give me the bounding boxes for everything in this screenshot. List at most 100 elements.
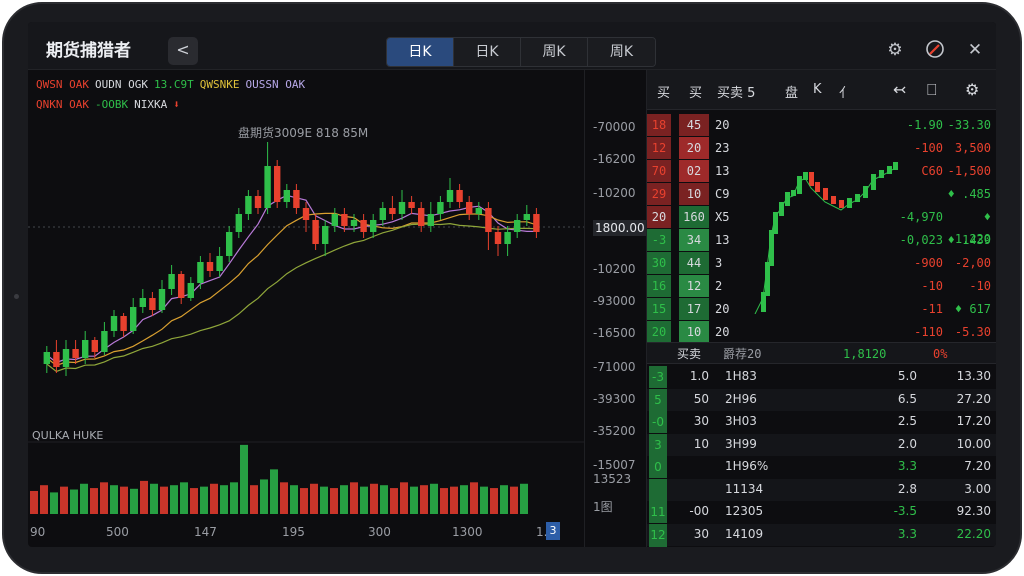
trade-row[interactable]: 12 30 14109 3.3 22.20 bbox=[647, 523, 996, 546]
time-tick-label: 90 bbox=[30, 525, 46, 539]
trade-q: 27.20 bbox=[956, 391, 991, 406]
candle-body bbox=[264, 166, 271, 208]
book-cell: 13 bbox=[715, 164, 730, 178]
volume-bar bbox=[520, 483, 528, 514]
trade-q: 13.30 bbox=[956, 369, 991, 383]
candle-body bbox=[370, 220, 377, 232]
volume-bar bbox=[60, 486, 68, 514]
book-cell: ♦ .485 bbox=[947, 187, 991, 201]
volume-bar bbox=[150, 483, 158, 514]
gear-icon[interactable]: ⚙ bbox=[884, 39, 906, 61]
book-header-label[interactable]: 盘 bbox=[785, 82, 798, 101]
book-cell: ♦ 1.220 bbox=[954, 210, 991, 246]
trade-t: 3H03 bbox=[725, 414, 757, 428]
clipboard-icon[interactable]: ⎕ bbox=[927, 80, 937, 100]
price-tick-label: -10200 bbox=[593, 186, 636, 200]
trade-q: 17.20 bbox=[956, 414, 991, 428]
trade-row[interactable]: -3 1.0 1H83 5.0 13.30 bbox=[647, 366, 996, 388]
trade-row[interactable]: 5 50 2H96 6.5 27.20 bbox=[647, 388, 996, 411]
back-arrow-icon[interactable]: ↢ bbox=[893, 80, 906, 99]
book-cell: ♦ 1439 bbox=[947, 233, 991, 247]
book-cell: 10 bbox=[679, 321, 709, 343]
mini-candle bbox=[785, 192, 790, 206]
candle-body bbox=[331, 214, 338, 226]
book-header-label[interactable]: 买 bbox=[657, 82, 670, 101]
tab-2[interactable]: 周K bbox=[521, 38, 588, 66]
tab-1[interactable]: 日K bbox=[454, 38, 521, 66]
candle-body bbox=[197, 262, 204, 283]
price-tick-label: -70000 bbox=[593, 120, 636, 134]
volume-label: QULKA HUKE bbox=[32, 429, 104, 442]
book-cell: 15 bbox=[647, 298, 671, 320]
trade-n: 15 bbox=[649, 546, 667, 547]
volume-bar bbox=[370, 483, 378, 514]
compass-icon[interactable] bbox=[924, 39, 946, 61]
summary-d: 0% bbox=[933, 347, 948, 361]
book-cell: 34 bbox=[679, 229, 709, 251]
candle-body bbox=[427, 214, 434, 226]
book-cell: -2,00 bbox=[954, 256, 991, 270]
book-cell: 20 bbox=[715, 302, 730, 316]
candle-body bbox=[322, 226, 329, 244]
book-header-label[interactable]: 买卖 5 bbox=[717, 82, 755, 101]
book-header-label[interactable]: K bbox=[813, 82, 822, 97]
trade-q: 22.20 bbox=[956, 526, 991, 541]
volume-bar bbox=[430, 483, 438, 514]
trade-q: 7.20 bbox=[964, 459, 991, 473]
candle-body bbox=[475, 208, 482, 214]
trade-q: 10.00 bbox=[956, 436, 991, 451]
trade-p: 2.8 bbox=[897, 481, 917, 496]
candle-body bbox=[254, 196, 262, 208]
x-nav-button[interactable]: 3 bbox=[546, 522, 560, 540]
volume-bar bbox=[500, 485, 508, 514]
book-header-label[interactable]: 亻 bbox=[839, 82, 852, 101]
volume-bar bbox=[490, 488, 498, 514]
book-cell: -10 bbox=[969, 279, 991, 293]
trade-p: 2.0 bbox=[897, 436, 917, 451]
moving-average-line bbox=[46, 222, 537, 373]
mini-candle bbox=[809, 172, 814, 186]
trade-n bbox=[649, 478, 667, 501]
volume-bar bbox=[140, 480, 148, 514]
candle-body bbox=[139, 298, 146, 307]
mini-candle bbox=[815, 182, 820, 192]
trade-p: 2.5 bbox=[897, 414, 917, 428]
trade-row[interactable]: -0 30 3H03 2.5 17.20 bbox=[647, 411, 996, 433]
kline-chart[interactable]: QWSN OAK OUDN OGK 13.C9T QWSNKE OUSSN OAK QN… bbox=[28, 70, 647, 547]
book-header-label[interactable]: 买 bbox=[689, 82, 702, 101]
close-icon[interactable]: ✕ bbox=[964, 39, 986, 61]
trade-row[interactable]: 11134 2.8 3.00 bbox=[647, 478, 996, 501]
time-tick-label: 1300 bbox=[452, 525, 483, 539]
trade-row[interactable]: 15X0141097.319.30 bbox=[647, 546, 996, 547]
volume-bar bbox=[400, 482, 408, 514]
candle-body bbox=[504, 232, 511, 244]
candle-body bbox=[91, 340, 98, 352]
trade-row[interactable]: 11 -00 12305 -3.5 92.30 bbox=[647, 501, 996, 523]
candle-body bbox=[437, 202, 444, 214]
volume-bar bbox=[130, 488, 138, 514]
candle-body bbox=[43, 352, 50, 364]
mini-candle bbox=[823, 188, 828, 200]
book-cell: 70 bbox=[647, 160, 671, 182]
book-summary-bar: 买卖 爵荐20 1,8120 0% bbox=[647, 342, 996, 364]
back-button[interactable]: < bbox=[168, 37, 198, 65]
candle-body bbox=[485, 208, 492, 232]
volume-bar bbox=[310, 483, 318, 514]
trade-p: 3.3 bbox=[897, 526, 917, 541]
trade-t: 3H99 bbox=[725, 436, 757, 451]
trade-row[interactable]: 3 10 3H99 2.0 10.00 bbox=[647, 433, 996, 456]
price-tick-label: -39300 bbox=[593, 392, 636, 406]
time-tick-label: 300 bbox=[368, 525, 391, 539]
book-cell: X5 bbox=[715, 210, 730, 224]
mini-candle bbox=[839, 200, 844, 208]
tab-3[interactable]: 周K bbox=[588, 38, 655, 66]
candle-body bbox=[110, 316, 118, 331]
trade-n: 0 bbox=[649, 456, 667, 478]
volume-bar bbox=[380, 485, 388, 514]
gear-icon[interactable]: ⚙ bbox=[965, 80, 979, 99]
order-book-panel: 买买买卖 5 盘 K 亻 ↢ ⎕ ⚙ 18 45 20 -1.90 -33.30 12 20 23 -100… bbox=[646, 70, 996, 547]
trade-row[interactable]: 0 1H96% 3.3 7.20 bbox=[647, 456, 996, 478]
tab-0[interactable]: 日K bbox=[387, 38, 454, 66]
period-tabs: 日K 日K 周K 周K bbox=[386, 37, 656, 67]
time-tick-label: 195 bbox=[282, 525, 305, 539]
